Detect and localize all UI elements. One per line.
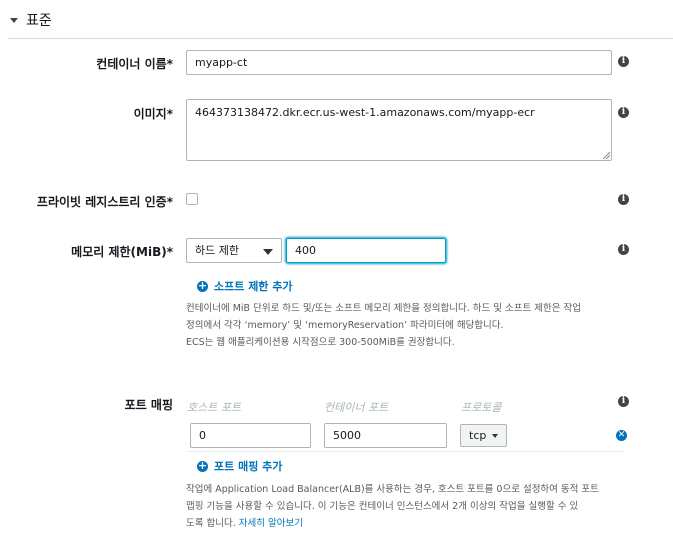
resize-grip-icon[interactable]: [602, 151, 610, 159]
chevron-down-icon: [263, 249, 273, 255]
memory-help-line: ECS는 웹 애플리케이션용 시작점으로 300-500MiB를 권장합니다.: [186, 337, 455, 348]
port-help-line: 맵핑 기능을 사용할 수 있습니다. 이 기능은 컨테이너 인스턴스에서 2개 …: [186, 501, 579, 512]
container-name-input[interactable]: myapp-ct: [186, 50, 612, 75]
memory-help-line: 컨테이너에 MiB 단위로 하드 및/또는 소프트 메모리 제한을 정의합니다.…: [186, 303, 581, 314]
memory-help-text: 컨테이너에 MiB 단위로 하드 및/또는 소프트 메모리 제한을 정의합니다.…: [186, 300, 646, 351]
port-help-line-text: 도록 합니다.: [186, 518, 236, 529]
plus-circle-icon: +: [197, 458, 208, 472]
add-port-mapping-label: 포트 매핑 추가: [214, 460, 283, 473]
remove-circle-icon[interactable]: ✕: [616, 430, 627, 441]
memory-limit-type-select[interactable]: 하드 제한: [186, 238, 282, 263]
port-mapping-help-text: 작업에 Application Load Balancer(ALB)를 사용하는…: [186, 481, 656, 532]
protocol-value: tcp: [469, 429, 487, 442]
info-icon[interactable]: i: [618, 194, 629, 205]
add-port-mapping-link[interactable]: + 포트 매핑 추가: [197, 458, 282, 474]
port-help-line: 작업에 Application Load Balancer(ALB)를 사용하는…: [186, 484, 599, 495]
port-mapping-label: 포트 매핑: [124, 398, 173, 412]
image-label: 이미지*: [133, 107, 173, 121]
add-soft-limit-link[interactable]: + 소프트 제한 추가: [197, 278, 293, 294]
protocol-column-header: 프로토콜: [461, 401, 502, 414]
info-icon[interactable]: i: [618, 396, 629, 407]
host-port-column-header: 호스트 포트: [187, 401, 242, 414]
image-value: 464373138472.dkr.ecr.us-west-1.amazonaws…: [195, 106, 535, 119]
section-divider: [8, 38, 673, 39]
caret-down-icon[interactable]: [10, 18, 18, 23]
container-port-column-header: 컨테이너 포트: [324, 401, 389, 414]
memory-limit-input[interactable]: 400: [286, 238, 446, 263]
info-icon[interactable]: i: [618, 244, 629, 255]
image-textarea[interactable]: 464373138472.dkr.ecr.us-west-1.amazonaws…: [186, 99, 612, 161]
protocol-select[interactable]: tcp: [460, 424, 508, 447]
container-port-input[interactable]: 5000: [324, 423, 447, 448]
info-icon[interactable]: i: [618, 107, 629, 118]
port-row-divider: [186, 451, 624, 452]
port-help-line: 도록 합니다. 자세히 알아보기: [186, 515, 656, 532]
memory-limit-label: 메모리 제한(MiB)*: [71, 245, 173, 259]
host-port-input[interactable]: 0: [190, 423, 311, 448]
caret-down-icon: [492, 433, 499, 438]
section-header-standard[interactable]: 표준: [10, 10, 52, 30]
private-registry-label: 프라이빗 레지스트리 인증*: [36, 195, 173, 209]
memory-limit-type-value: 하드 제한: [195, 244, 239, 257]
memory-help-line: 정의에서 각각 ‘memory’ 및 ‘memoryReservation’ 파…: [186, 320, 504, 331]
add-soft-limit-label: 소프트 제한 추가: [214, 280, 293, 293]
private-registry-checkbox[interactable]: [186, 193, 198, 205]
learn-more-link[interactable]: 자세히 알아보기: [239, 518, 303, 529]
info-icon[interactable]: i: [618, 56, 629, 67]
section-title: 표준: [26, 13, 52, 29]
container-name-label: 컨테이너 이름*: [96, 57, 173, 71]
plus-circle-icon: +: [197, 278, 208, 292]
